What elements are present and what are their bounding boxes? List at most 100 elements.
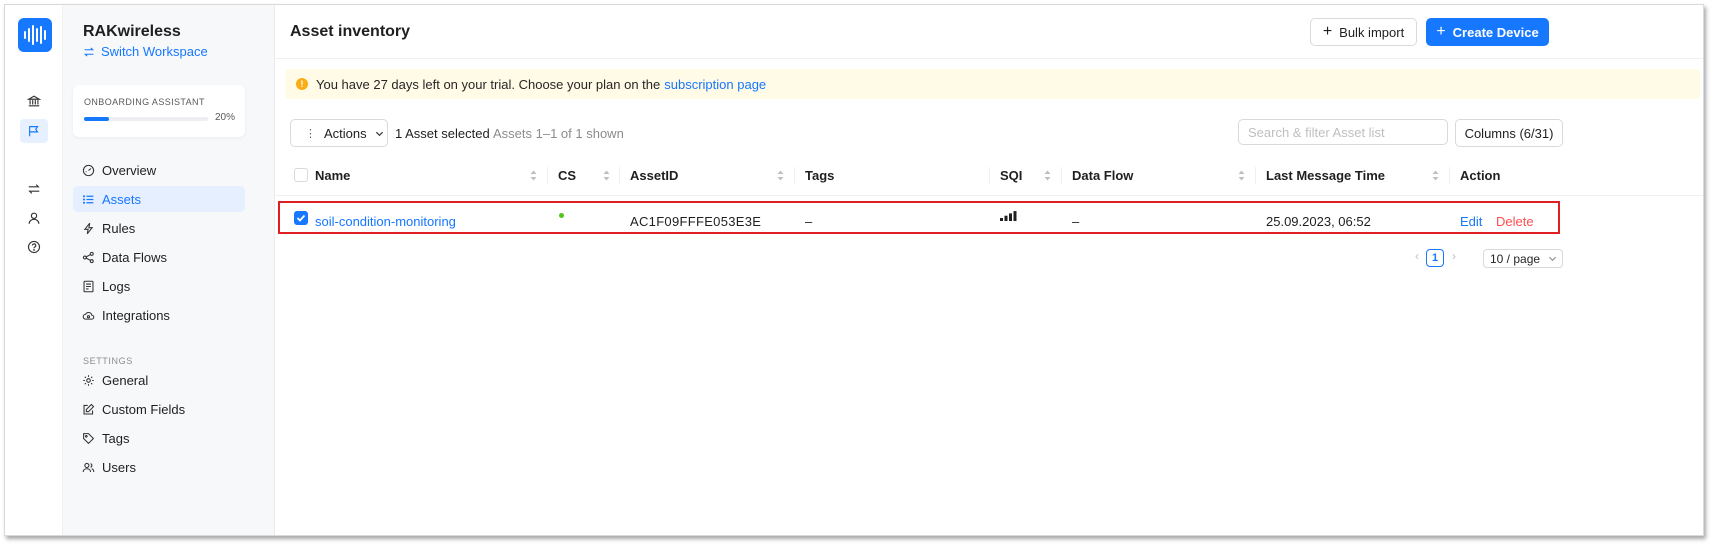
column-header-tags[interactable]: Tags: [805, 155, 834, 195]
users-icon: [82, 462, 95, 472]
switch-workspace-link[interactable]: Switch Workspace: [83, 44, 208, 59]
columns-button[interactable]: Columns (6/31): [1455, 119, 1563, 147]
sidebar-item-assets[interactable]: Assets: [73, 186, 245, 212]
sort-icon[interactable]: [1432, 170, 1439, 181]
column-separator: [794, 167, 795, 184]
sort-icon[interactable]: [530, 170, 537, 181]
app-window: RAKwireless Switch Workspace ONBOARDING …: [4, 4, 1704, 536]
header-divider: [275, 195, 1703, 196]
bulk-import-button[interactable]: + Bulk import: [1310, 18, 1417, 46]
sort-icon[interactable]: [1238, 170, 1245, 181]
last-message-time: 25.09.2023, 06:52: [1266, 214, 1371, 229]
icon-rail: [5, 5, 63, 535]
sort-icon[interactable]: [603, 170, 610, 181]
sidebar-item-label: General: [102, 372, 149, 388]
settings-section-title: SETTINGS: [83, 356, 133, 366]
asset-search-input[interactable]: [1238, 119, 1448, 145]
asset-data-flow: –: [1072, 214, 1080, 229]
onboarding-title: ONBOARDING ASSISTANT: [84, 97, 205, 107]
sidebar-item-logs[interactable]: Logs: [73, 273, 245, 299]
column-separator: [1255, 167, 1256, 184]
column-header-cs[interactable]: CS: [558, 155, 576, 195]
column-separator: [1449, 167, 1450, 184]
onboarding-progress-bar: [84, 117, 208, 121]
table-header: Name CS AssetID Tags SQI Data Flow Last …: [275, 155, 1703, 195]
page-header: Asset inventory + Bulk import + Create D…: [275, 5, 1703, 59]
page-size-select[interactable]: 10 / page: [1483, 249, 1563, 268]
sidebar-item-integrations[interactable]: Integrations: [73, 302, 245, 328]
columns-label: Columns (6/31): [1464, 125, 1554, 141]
sidebar-item-label: Overview: [102, 162, 157, 178]
column-header-name[interactable]: Name: [315, 155, 350, 195]
column-header-last-message-time[interactable]: Last Message Time: [1266, 155, 1385, 195]
bank-icon[interactable]: [20, 89, 48, 113]
column-header-data-flow[interactable]: Data Flow: [1072, 155, 1133, 195]
sidebar-item-label: Rules: [102, 220, 136, 236]
asset-id: AC1F09FFFE053E3E: [630, 214, 762, 229]
tag-icon: [83, 432, 95, 444]
sidebar-item-general[interactable]: General: [73, 367, 245, 393]
user-icon[interactable]: [20, 206, 48, 230]
sidebar-item-tags[interactable]: Tags: [73, 425, 245, 451]
swap-arrows-icon: [83, 47, 95, 56]
actions-label: Actions: [324, 125, 367, 141]
rak-logo-icon[interactable]: [18, 18, 52, 52]
swap-icon[interactable]: [20, 177, 48, 201]
sidebar-item-rules[interactable]: Rules: [73, 215, 245, 241]
next-page-icon[interactable]: ›: [1448, 249, 1460, 263]
sort-icon[interactable]: [777, 170, 784, 181]
actions-dropdown[interactable]: ⋮ Actions: [290, 119, 388, 147]
sidebar-item-label: Custom Fields: [102, 401, 186, 417]
sidebar-item-label: Integrations: [102, 307, 170, 323]
cloud-sync-icon: [82, 311, 95, 320]
trial-banner: ! You have 27 days left on your trial. C…: [285, 69, 1700, 99]
asset-name-link[interactable]: soil-condition-monitoring: [315, 214, 456, 229]
create-device-label: Create Device: [1452, 24, 1539, 40]
sidebar-item-users[interactable]: Users: [73, 454, 245, 480]
flag-icon[interactable]: [20, 119, 48, 143]
select-all-checkbox[interactable]: [294, 168, 308, 182]
column-header-action: Action: [1460, 167, 1501, 183]
lightning-icon: [83, 222, 94, 234]
sidebar-item-overview[interactable]: Overview: [73, 157, 245, 183]
plus-icon: +: [1436, 23, 1446, 40]
sort-icon[interactable]: [1044, 170, 1051, 181]
sidebar-item-label: Data Flows: [102, 249, 168, 265]
prev-page-icon[interactable]: ‹: [1411, 249, 1423, 263]
help-icon[interactable]: [20, 235, 48, 259]
onboarding-assistant-card[interactable]: ONBOARDING ASSISTANT 20%: [73, 85, 245, 137]
asset-tags: –: [805, 214, 813, 229]
gear-icon: [83, 374, 94, 386]
sidebar-item-data-flows[interactable]: Data Flows: [73, 244, 245, 270]
plus-icon: +: [1322, 23, 1333, 40]
row-checkbox[interactable]: [294, 211, 308, 225]
column-separator: [1061, 167, 1062, 184]
signal-strength-icon: [1000, 211, 1017, 221]
subscription-page-link[interactable]: subscription page: [664, 77, 766, 92]
sidebar-item-label: Assets: [102, 191, 142, 207]
page-title: Asset inventory: [290, 23, 411, 40]
sidebar-item-custom-fields[interactable]: Custom Fields: [73, 396, 245, 422]
connection-status-dot: [559, 213, 564, 218]
column-separator: [547, 167, 548, 184]
assets-shown-count: Assets 1–1 of 1 shown: [493, 126, 624, 141]
signal-bar: [1009, 213, 1012, 221]
delete-link[interactable]: Delete: [1496, 214, 1534, 229]
page-current[interactable]: 1: [1426, 249, 1444, 267]
more-vertical-icon: ⋮: [305, 127, 316, 140]
list-icon: [82, 194, 94, 204]
signal-bar: [1004, 215, 1008, 221]
sidebar-item-label: Logs: [102, 278, 131, 294]
checkmark-icon: [296, 214, 306, 222]
column-header-sqi[interactable]: SQI: [1000, 155, 1022, 195]
edit-link[interactable]: Edit: [1460, 214, 1482, 229]
sidebar-item-label: Tags: [102, 430, 130, 446]
create-device-button[interactable]: + Create Device: [1426, 18, 1549, 46]
column-separator: [989, 167, 990, 184]
trial-text: You have 27 days left on your trial. Cho…: [316, 76, 661, 92]
bulk-import-label: Bulk import: [1339, 24, 1405, 40]
column-header-assetid[interactable]: AssetID: [630, 155, 678, 195]
selection-count: 1 Asset selected: [395, 126, 490, 141]
sidebar-item-label: Users: [102, 459, 136, 475]
onboarding-percent: 20%: [214, 112, 235, 123]
